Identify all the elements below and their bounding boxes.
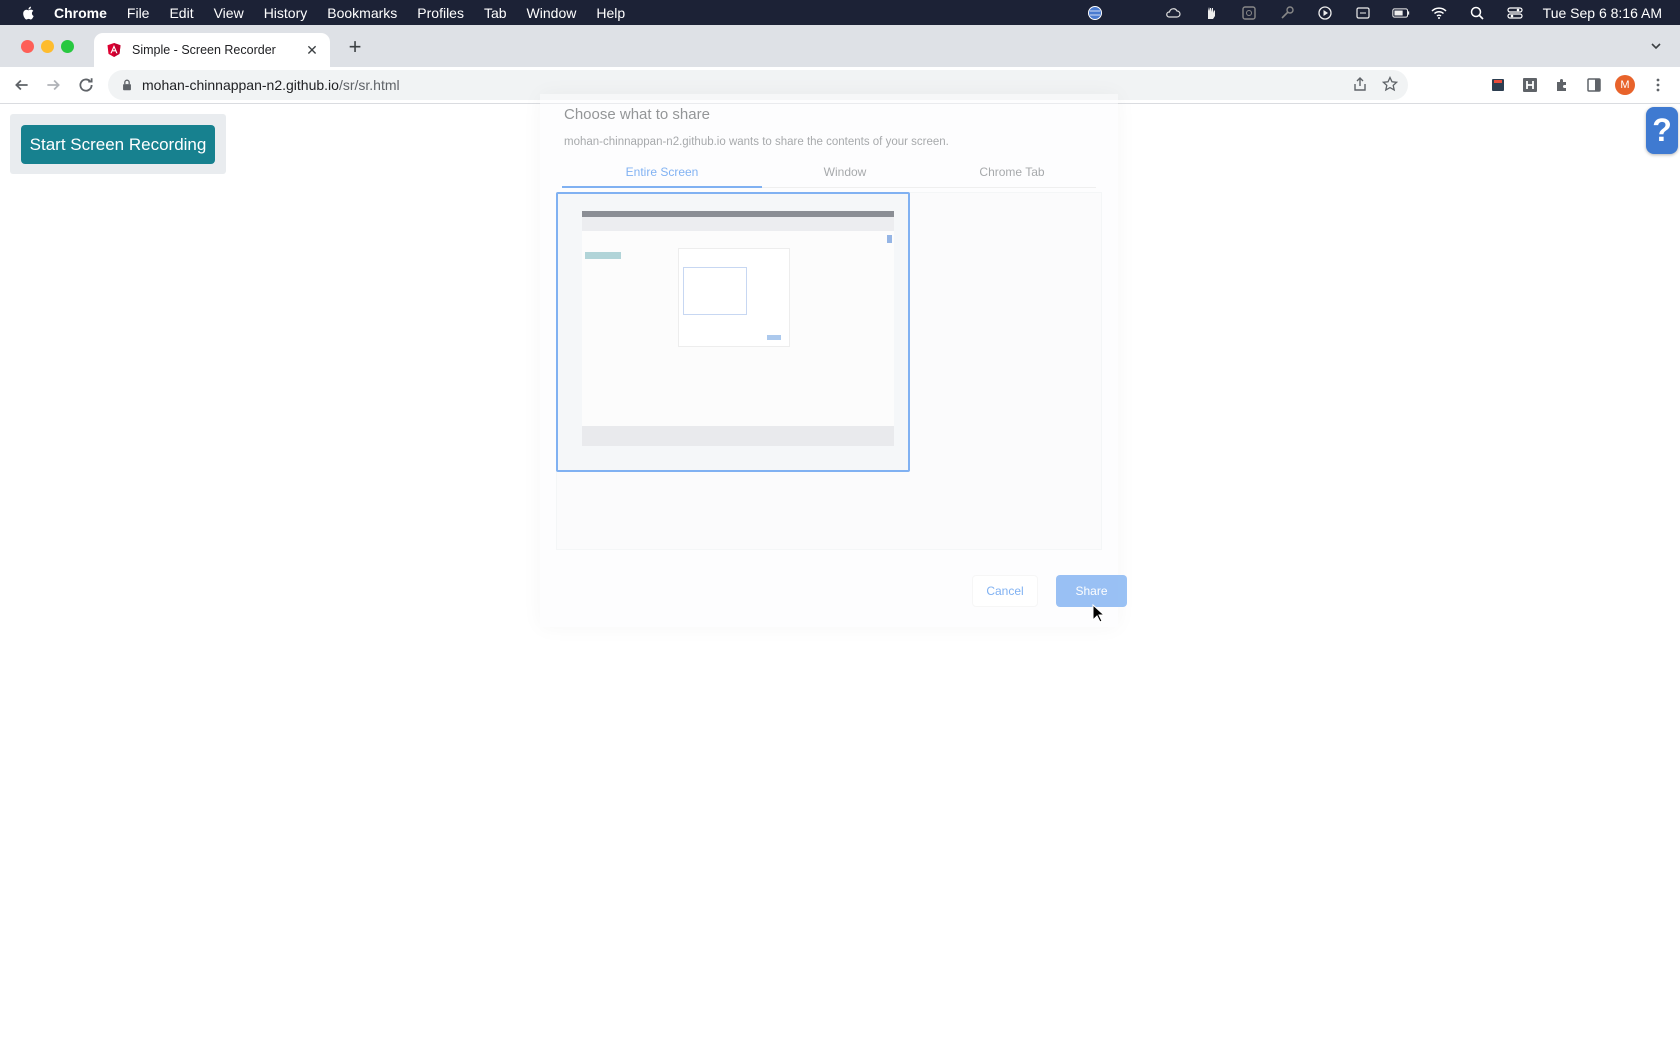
extensions-puzzle-icon[interactable] [1552,75,1572,95]
side-panel-icon[interactable] [1584,75,1604,95]
cancel-button[interactable]: Cancel [972,575,1038,607]
profile-avatar[interactable]: M [1615,75,1635,95]
share-button[interactable]: Share [1056,575,1127,607]
display-icon[interactable] [1353,5,1373,21]
globe-icon[interactable] [1085,5,1105,21]
tab-window[interactable]: Window [762,162,928,188]
menu-bookmarks[interactable]: Bookmarks [327,5,397,21]
wifi-icon[interactable] [1429,5,1449,21]
reload-icon[interactable] [76,75,96,95]
browser-tab-active[interactable]: Simple - Screen Recorder ✕ [94,33,330,67]
cloud-icon[interactable] [1163,5,1183,21]
tab-chrome-tab[interactable]: Chrome Tab [928,162,1096,188]
menu-bar-clock[interactable]: Tue Sep 6 8:16 AM [1543,5,1662,21]
url-path: /sr/sr.html [338,77,400,93]
tab-strip: Simple - Screen Recorder ✕ + [0,25,1680,67]
dialog-title: Choose what to share [564,106,710,123]
bookmark-star-icon[interactable] [1382,76,1398,92]
extension-h-icon[interactable] [1520,75,1540,95]
start-screen-recording-button[interactable]: Start Screen Recording [21,125,215,164]
window-minimize-button[interactable] [41,40,54,53]
back-arrow-icon[interactable] [12,75,32,95]
search-icon[interactable] [1467,5,1487,21]
battery-icon[interactable] [1391,5,1411,21]
menu-history[interactable]: History [264,5,308,21]
key-icon[interactable] [1277,5,1297,21]
tab-search-chevron-icon[interactable] [1648,38,1666,56]
screen-thumbnail-preview [582,211,894,446]
mouse-cursor-icon [1092,604,1106,623]
window-close-button[interactable] [21,40,34,53]
tab-title: Simple - Screen Recorder [132,43,276,57]
menu-window[interactable]: Window [527,5,577,21]
hand-icon[interactable] [1201,5,1221,21]
menu-edit[interactable]: Edit [169,5,193,21]
url-host: mohan-chinnappan-n2.github.io [142,77,339,93]
menu-file[interactable]: File [127,5,150,21]
menu-tab[interactable]: Tab [484,5,507,21]
macos-menu-bar: Chrome File Edit View History Bookmarks … [0,0,1680,25]
help-button[interactable]: ? [1646,107,1678,154]
share-screen-dialog: Choose what to share mohan-chinnappan-n2… [540,94,1127,627]
menu-profiles[interactable]: Profiles [417,5,464,21]
lock-icon[interactable] [120,78,134,92]
forward-arrow-icon[interactable] [43,75,63,95]
menu-app-name[interactable]: Chrome [54,5,107,21]
menu-help[interactable]: Help [596,5,625,21]
screen-thumbnail[interactable] [556,192,910,472]
new-tab-button[interactable]: + [345,36,365,58]
url-text[interactable]: mohan-chinnappan-n2.github.io/sr/sr.html [142,77,400,93]
menu-view[interactable]: View [214,5,244,21]
window-maximize-button[interactable] [61,40,74,53]
control-center-icon[interactable] [1505,5,1525,21]
apple-icon[interactable] [18,2,40,24]
record-button-container: Start Screen Recording [10,114,226,174]
share-page-icon[interactable] [1352,76,1368,92]
tab-close-icon[interactable]: ✕ [304,42,320,58]
extension-book-icon[interactable] [1488,75,1508,95]
dialog-subtitle: mohan-chinnappan-n2.github.io wants to s… [564,136,949,148]
grammar-icon[interactable] [1239,5,1259,21]
tab-entire-screen[interactable]: Entire Screen [562,162,762,188]
dialog-tab-bar: Entire Screen Window Chrome Tab [562,162,1096,188]
angular-favicon-icon [107,43,121,57]
play-icon[interactable] [1315,5,1335,21]
more-menu-icon[interactable] [1648,75,1668,95]
